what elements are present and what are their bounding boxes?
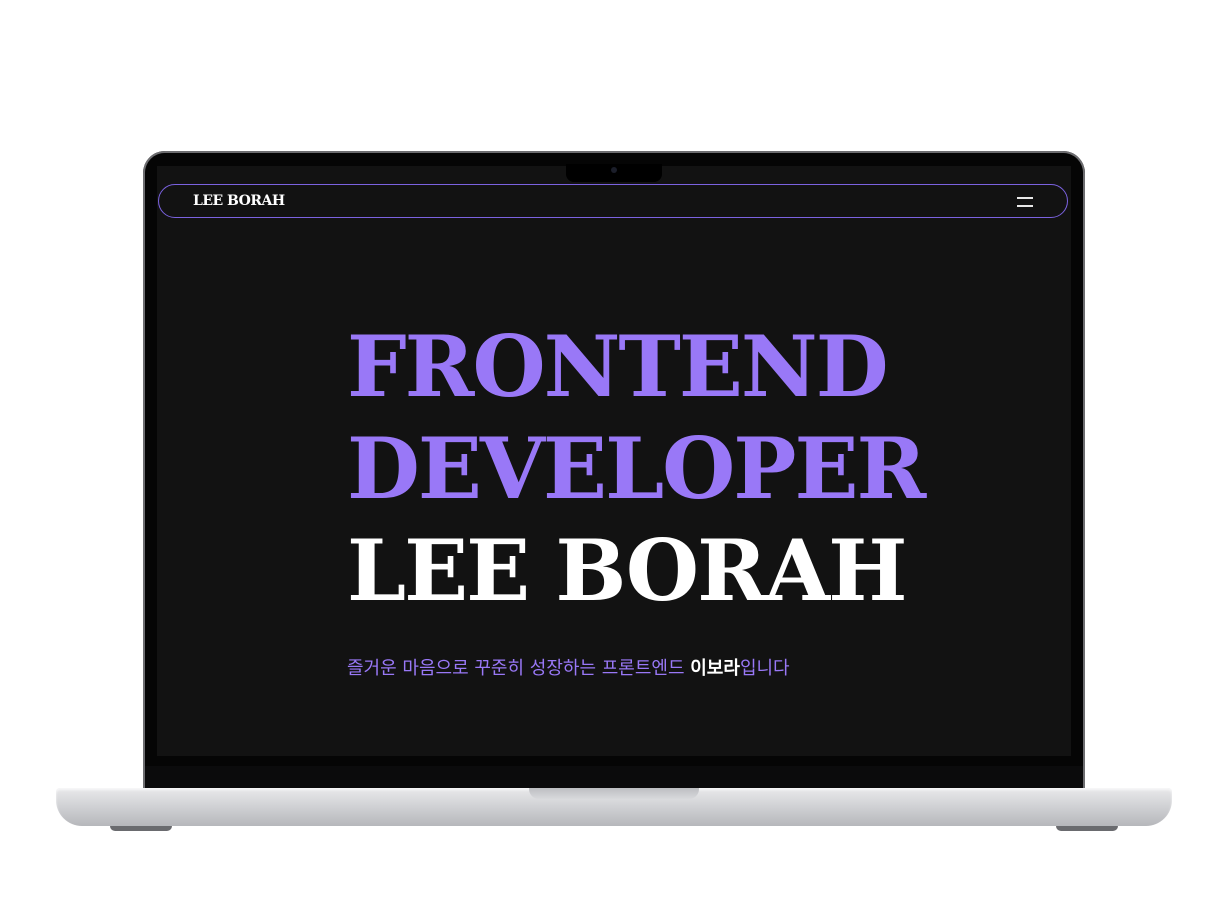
hero-line-developer: DEVELOPER (347, 419, 926, 518)
tagline-name: 이보라 (690, 658, 740, 679)
hero-line-frontend: FRONTEND (347, 317, 889, 416)
site-logo[interactable]: LEE BORAH (193, 193, 285, 209)
menu-bar-top (1017, 197, 1033, 199)
laptop-opening-notch (529, 788, 699, 799)
site-navbar: LEE BORAH (158, 184, 1068, 218)
menu-bar-bottom (1017, 205, 1033, 207)
laptop-chin (145, 766, 1083, 788)
laptop-screen: LEE BORAH FRONTEND DEVELOPER LEE BORAH 즐… (157, 166, 1071, 756)
camera-icon (611, 167, 617, 173)
laptop-foot-right (1056, 826, 1118, 831)
hero-tagline: 즐거운 마음으로 꾸준히 성장하는 프론트엔드 이보라입니다 (347, 654, 790, 680)
hero-line-name: LEE BORAH (347, 521, 907, 620)
tagline-suffix: 입니다 (739, 658, 790, 679)
hamburger-menu-icon[interactable] (1017, 196, 1035, 208)
laptop-foot-left (110, 826, 172, 831)
tagline-prefix: 즐거운 마음으로 꾸준히 성장하는 프론트엔드 (347, 658, 691, 679)
hero-heading: FRONTEND DEVELOPER LEE BORAH (347, 316, 926, 622)
